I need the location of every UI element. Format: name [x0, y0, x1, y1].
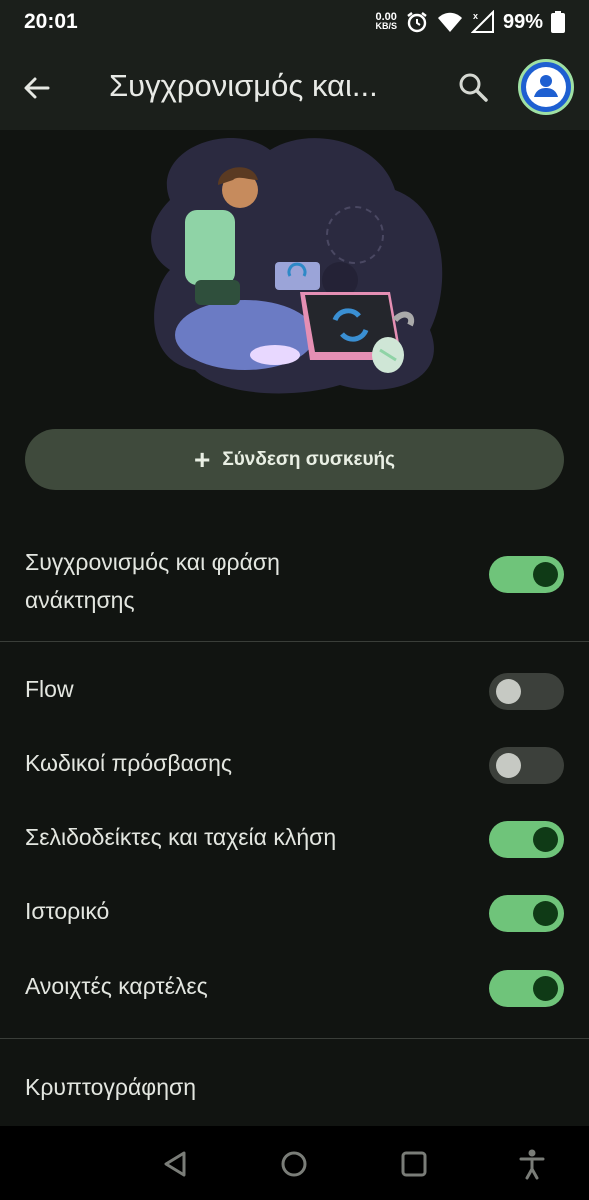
search-button[interactable]: [455, 69, 491, 105]
divider: [0, 641, 589, 642]
arrow-back-icon: [24, 77, 50, 99]
encryption-row[interactable]: Κρυπτογράφηση: [0, 1068, 589, 1108]
encryption-label: Κρυπτογράφηση: [25, 1074, 196, 1100]
bookmarks-toggle[interactable]: [489, 821, 564, 858]
account-avatar-icon: [526, 67, 566, 107]
back-button[interactable]: [18, 70, 54, 106]
battery-icon: [551, 11, 565, 33]
account-avatar[interactable]: [518, 59, 574, 115]
network-speed: 0.00 KB/S: [375, 12, 397, 31]
status-icons: 0.00 KB/S x 99%: [375, 10, 565, 34]
status-time: 20:01: [24, 10, 78, 33]
toggle-knob: [533, 562, 558, 587]
wifi-icon: [437, 12, 462, 32]
alarm-icon: [407, 12, 427, 33]
sync-item-label: Flow: [25, 676, 74, 702]
link-device-label: Σύνδεση συσκευής: [222, 448, 396, 470]
open-tabs-toggle[interactable]: [489, 970, 564, 1007]
sync-master-toggle[interactable]: [489, 556, 564, 593]
toggle-knob: [496, 679, 521, 704]
sync-master-label-line1: Συγχρονισμός και φράση: [25, 549, 280, 575]
sync-item-label: Κωδικοί πρόσβασης: [25, 750, 232, 776]
sync-master-label: Συγχρονισμός και φράση ανάκτησης: [25, 543, 280, 619]
sync-illustration: [151, 138, 443, 394]
battery-percentage: 99%: [502, 10, 543, 33]
accessibility-icon[interactable]: [517, 1148, 547, 1180]
history-toggle[interactable]: [489, 895, 564, 932]
flow-toggle[interactable]: [489, 673, 564, 710]
sync-item-label: Ιστορικό: [25, 898, 110, 924]
search-icon: [459, 73, 488, 102]
sync-item-bookmarks[interactable]: Σελιδοδείκτες και ταχεία κλήση: [0, 820, 589, 860]
network-speed-unit: KB/S: [375, 21, 397, 31]
status-bar: 20:01 0.00 KB/S x 99%: [0, 0, 589, 44]
passwords-toggle[interactable]: [489, 747, 564, 784]
link-device-button[interactable]: + Σύνδεση συσκευής: [25, 429, 564, 490]
screen: 20:01 0.00 KB/S x 99% Συγχρονισμός και..…: [0, 0, 589, 1200]
nav-recents-icon[interactable]: [399, 1149, 429, 1179]
sync-item-history[interactable]: Ιστορικό: [0, 894, 589, 934]
toggle-knob: [533, 827, 558, 852]
system-navigation-bar: [0, 1126, 589, 1200]
page-title: Συγχρονισμός και...: [109, 68, 378, 103]
sync-item-open-tabs[interactable]: Ανοιχτές καρτέλες: [0, 969, 589, 1009]
divider: [0, 1038, 589, 1039]
sync-item-label: Σελιδοδείκτες και ταχεία κλήση: [25, 824, 337, 850]
toggle-knob: [533, 901, 558, 926]
nav-back-icon[interactable]: [160, 1149, 190, 1179]
svg-text:x: x: [473, 11, 478, 21]
nav-home-icon[interactable]: [279, 1149, 309, 1179]
cell-signal-icon: x: [470, 10, 494, 33]
sync-master-label-line2: ανάκτησης: [25, 587, 135, 613]
sync-item-passwords[interactable]: Κωδικοί πρόσβασης: [0, 746, 589, 786]
sync-item-label: Ανοιχτές καρτέλες: [25, 973, 208, 999]
toggle-knob: [496, 753, 521, 778]
sync-item-flow[interactable]: Flow: [0, 672, 589, 712]
app-bar: Συγχρονισμός και...: [0, 44, 589, 130]
sync-master-row[interactable]: Συγχρονισμός και φράση ανάκτησης: [0, 535, 589, 615]
plus-icon: +: [193, 443, 211, 475]
toggle-knob: [533, 976, 558, 1001]
